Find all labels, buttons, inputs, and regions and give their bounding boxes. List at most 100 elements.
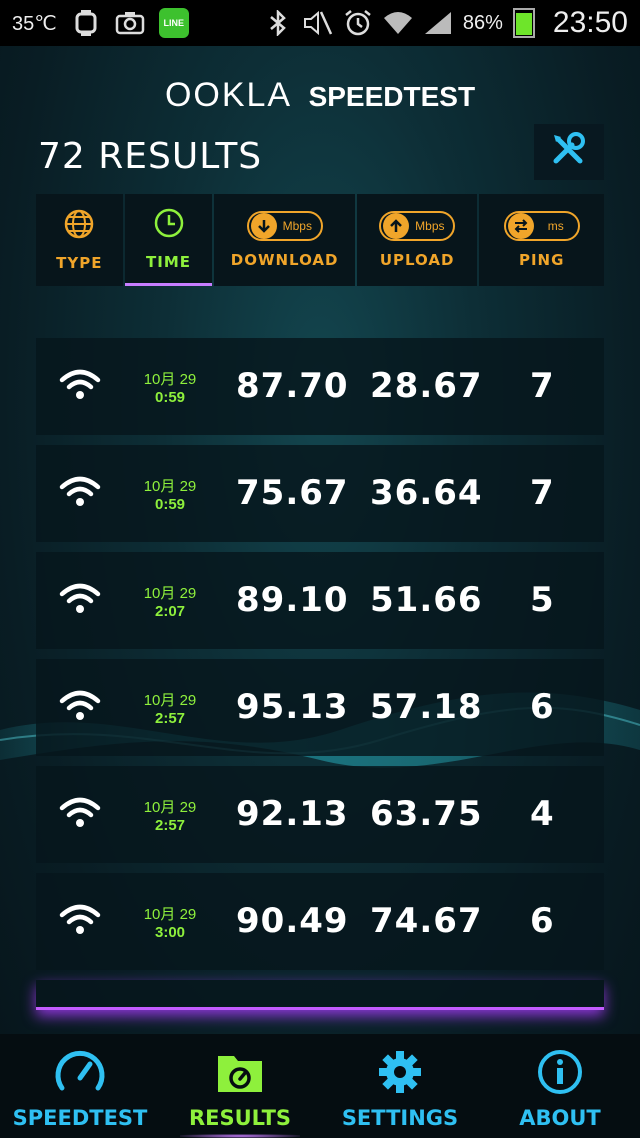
wifi-icon [58, 582, 102, 620]
result-row[interactable]: 10月 29 2:57 95.13 57.18 6 [36, 659, 604, 756]
bottom-navigation: SPEEDTEST RESULTS SETTINGS ABOUT [0, 1034, 640, 1138]
result-time: 3:00 [154, 924, 186, 941]
column-time-label: TIME [146, 252, 192, 271]
wifi-icon [58, 796, 102, 834]
results-column-header: TYPE TIME Mbps DOWNLOAD Mbps UPLOAD ms P… [36, 194, 604, 286]
result-date: 10月 29 [143, 478, 197, 495]
clock-text: 23:50 [552, 6, 628, 39]
folder-icon [214, 1048, 266, 1100]
nav-settings-label: SETTINGS [341, 1106, 459, 1130]
result-row[interactable]: 10月 29 0:59 87.70 28.67 7 [36, 338, 604, 435]
result-date: 10月 29 [143, 585, 197, 602]
line-icon: LINE [158, 8, 189, 38]
result-download: 75.67 [236, 473, 349, 513]
tools-icon [550, 131, 588, 173]
result-date: 10月 29 [143, 799, 197, 816]
column-type-label: TYPE [56, 254, 103, 272]
result-row[interactable]: 10月 29 0:59 75.67 36.64 7 [36, 445, 604, 542]
result-row-partial[interactable] [36, 980, 604, 1010]
nav-speedtest[interactable]: SPEEDTEST [0, 1034, 160, 1138]
result-ping: 6 [530, 687, 555, 727]
status-bar: 35℃ LINE 86% 23:50 [0, 0, 640, 46]
result-datetime: 10月 29 2:07 [130, 582, 210, 620]
battery-icon [512, 8, 535, 38]
ping-unit: ms [547, 219, 564, 233]
result-time: 2:57 [154, 710, 186, 727]
speedometer-icon [54, 1048, 106, 1100]
upload-unit-pill: Mbps [379, 211, 456, 241]
results-count: 72 RESULTS [38, 136, 263, 177]
download-unit-pill: Mbps [246, 211, 323, 241]
watch-icon [71, 10, 101, 36]
column-download-label: DOWNLOAD [230, 251, 339, 269]
alarm-icon [343, 10, 373, 36]
gear-icon [374, 1048, 426, 1100]
bluetooth-icon [263, 10, 293, 36]
result-upload: 28.67 [370, 366, 483, 406]
result-datetime: 10月 29 2:57 [130, 689, 210, 727]
wifi-icon [383, 10, 413, 36]
result-upload: 57.18 [370, 687, 483, 727]
result-time: 2:57 [154, 817, 186, 834]
clock-icon [153, 207, 185, 243]
signal-icon [423, 10, 453, 36]
nav-about[interactable]: ABOUT [480, 1034, 640, 1138]
wifi-icon [58, 689, 102, 727]
results-list: 10月 29 0:59 87.70 28.67 7 10月 29 0:59 75.6… [36, 338, 604, 1010]
result-time: 0:59 [154, 389, 186, 406]
result-datetime: 10月 29 2:57 [130, 796, 210, 834]
result-upload: 36.64 [370, 473, 483, 513]
result-download: 90.49 [236, 901, 349, 941]
brand-speedtest-text: SPEEDTEST [308, 81, 476, 112]
result-row[interactable]: 10月 29 2:07 89.10 51.66 5 [36, 552, 604, 649]
mute-icon [303, 10, 333, 36]
nav-speedtest-label: SPEEDTEST [12, 1106, 148, 1130]
globe-icon [63, 208, 95, 244]
result-date: 10月 29 [143, 692, 197, 709]
result-datetime: 10月 29 3:00 [130, 903, 210, 941]
wifi-icon [58, 475, 102, 513]
upload-unit: Mbps [415, 219, 445, 233]
nav-settings[interactable]: SETTINGS [320, 1034, 480, 1138]
tools-button[interactable] [534, 124, 604, 180]
info-icon [534, 1048, 586, 1100]
result-ping: 7 [530, 366, 555, 406]
result-time: 0:59 [154, 496, 186, 513]
app-logo: OOKLA SPEEDTEST [0, 76, 640, 115]
result-time: 2:07 [154, 603, 186, 620]
column-download[interactable]: Mbps DOWNLOAD [214, 194, 355, 286]
result-download: 95.13 [236, 687, 349, 727]
battery-percent-text: 86% [462, 11, 503, 34]
result-datetime: 10月 29 0:59 [130, 475, 210, 513]
column-type[interactable]: TYPE [36, 194, 123, 286]
result-upload: 74.67 [370, 901, 483, 941]
column-time[interactable]: TIME [124, 194, 213, 286]
column-ping[interactable]: ms PING [479, 194, 604, 286]
column-upload-label: UPLOAD [379, 251, 455, 269]
upload-icon [383, 213, 410, 239]
result-ping: 4 [530, 794, 555, 834]
ping-icon [507, 213, 534, 239]
result-ping: 5 [530, 580, 555, 620]
brand-ookla-text: OOKLA [164, 76, 293, 114]
result-row[interactable]: 10月 29 2:57 92.13 63.75 4 [36, 766, 604, 863]
result-ping: 7 [530, 473, 555, 513]
nav-results[interactable]: RESULTS [160, 1034, 320, 1138]
wifi-icon [58, 368, 102, 406]
result-upload: 63.75 [370, 794, 483, 834]
result-download: 89.10 [236, 580, 349, 620]
nav-about-label: ABOUT [519, 1106, 601, 1130]
download-unit: Mbps [282, 219, 312, 233]
result-download: 92.13 [236, 794, 349, 834]
ping-unit-pill: ms [503, 211, 580, 241]
result-date: 10月 29 [143, 371, 197, 388]
wifi-icon [58, 903, 102, 941]
result-datetime: 10月 29 0:59 [130, 368, 210, 406]
download-icon [250, 213, 277, 239]
result-download: 87.70 [236, 366, 349, 406]
result-row[interactable]: 10月 29 3:00 90.49 74.67 6 [36, 873, 604, 970]
result-upload: 51.66 [370, 580, 483, 620]
temperature-text: 35℃ [12, 12, 57, 35]
column-upload[interactable]: Mbps UPLOAD [356, 194, 478, 286]
result-date: 10月 29 [143, 906, 197, 923]
